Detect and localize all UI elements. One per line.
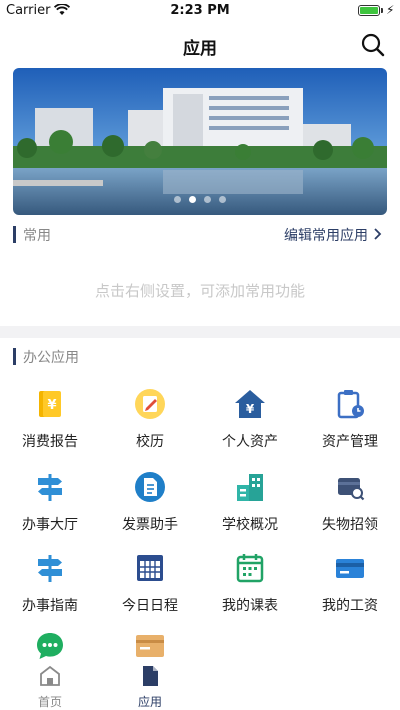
section-divider — [0, 326, 400, 338]
app-invoice-assistant[interactable]: 发票助手 — [100, 471, 200, 543]
home-icon — [40, 665, 60, 686]
office-title: 办公应用 — [23, 350, 79, 366]
banner-carousel[interactable] — [13, 68, 387, 215]
svg-text:¥: ¥ — [246, 402, 255, 416]
battery-icon — [358, 5, 380, 16]
app-school-overview[interactable]: 学校概况 — [200, 471, 300, 543]
page-title: 应用 — [183, 39, 217, 59]
consumption-report-icon: ¥ — [39, 391, 61, 417]
tab-label: 应用 — [137, 695, 162, 709]
tab-apps[interactable]: 应用 — [100, 664, 200, 710]
favorites-title: 常用 — [23, 228, 51, 244]
app-personal-assets[interactable]: ¥ 个人资产 — [200, 388, 300, 460]
card-icon — [136, 635, 164, 657]
app-asset-management[interactable]: 资产管理 — [300, 388, 400, 460]
svg-text:¥: ¥ — [47, 398, 56, 413]
chat-icon — [37, 633, 63, 659]
edit-favorites-link[interactable]: 编辑常用应用 — [284, 225, 382, 245]
app-today-schedule[interactable]: 今日日程 — [100, 552, 200, 624]
section-marker — [13, 348, 16, 365]
favorites-header: 常用 — [13, 225, 213, 245]
app-service-guide[interactable]: 办事指南 — [0, 552, 100, 624]
chevron-right-icon — [374, 228, 382, 240]
document-icon — [143, 666, 158, 686]
status-bar: Carrier 2:23 PM ⚡ — [0, 0, 400, 22]
section-marker — [13, 226, 16, 243]
app-label: 消费报告 — [22, 434, 78, 450]
battery-cap — [381, 8, 383, 13]
service-guide-icon — [38, 555, 62, 582]
carousel-indicator — [13, 188, 387, 207]
today-schedule-icon — [137, 555, 163, 581]
tab-bar: 首页 应用 — [0, 662, 400, 710]
school-calendar-icon — [135, 389, 165, 419]
app-label: 个人资产 — [222, 434, 278, 450]
app-my-salary[interactable]: 我的工资 — [300, 552, 400, 624]
app-service-hall[interactable]: 办事大厅 — [0, 471, 100, 543]
school-overview-icon — [237, 474, 263, 501]
search-icon[interactable] — [360, 32, 386, 58]
carousel-dot[interactable] — [204, 196, 211, 203]
app-label: 发票助手 — [122, 517, 178, 533]
app-school-calendar[interactable]: 校历 — [100, 388, 200, 460]
app-label: 我的工资 — [322, 598, 378, 614]
app-label: 学校概况 — [222, 517, 278, 533]
my-salary-icon — [336, 559, 364, 578]
lost-and-found-icon — [338, 478, 365, 501]
status-time: 2:23 PM — [170, 3, 230, 18]
personal-assets-icon: ¥ — [235, 390, 265, 418]
app-label: 资产管理 — [322, 434, 378, 450]
app-label: 今日日程 — [122, 598, 178, 614]
asset-management-icon — [337, 390, 364, 419]
app-consumption-report[interactable]: ¥ 消费报告 — [0, 388, 100, 460]
tab-label: 首页 — [37, 695, 62, 709]
carousel-dot-active[interactable] — [189, 196, 196, 203]
invoice-assistant-icon — [135, 472, 165, 502]
edit-favorites-label: 编辑常用应用 — [284, 228, 368, 244]
app-label: 办事大厅 — [22, 517, 78, 533]
favorites-empty-hint: 点击右侧设置，可添加常用功能 — [94, 282, 305, 300]
service-hall-icon — [38, 474, 62, 501]
office-header: 办公应用 — [13, 347, 213, 367]
nav-bar: 应用 — [0, 22, 400, 66]
carousel-dot[interactable] — [219, 196, 226, 203]
charging-icon: ⚡ — [386, 3, 395, 17]
app-label: 办事指南 — [22, 598, 78, 614]
app-label: 我的课表 — [222, 598, 278, 614]
carousel-dot[interactable] — [174, 196, 181, 203]
my-timetable-icon — [236, 554, 264, 583]
app-lost-and-found[interactable]: 失物招领 — [300, 471, 400, 543]
tab-home[interactable]: 首页 — [0, 664, 100, 710]
app-label: 失物招领 — [322, 517, 378, 533]
app-my-timetable[interactable]: 我的课表 — [200, 552, 300, 624]
app-label: 校历 — [136, 434, 164, 450]
